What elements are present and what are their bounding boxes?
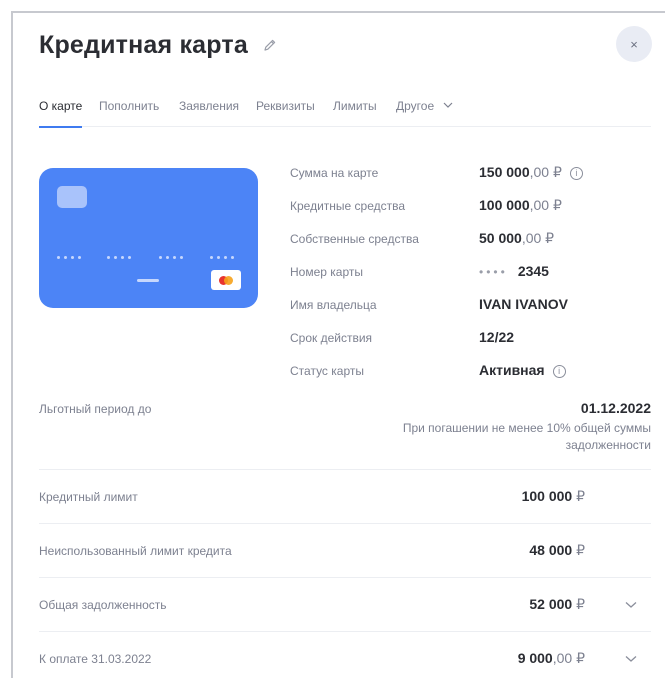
row-value: 52 000 ₽ bbox=[529, 596, 585, 613]
balance-frac: ,00 ₽ bbox=[529, 164, 562, 180]
pencil-icon[interactable] bbox=[263, 38, 277, 52]
row-label: Неиспользованный лимит кредита bbox=[39, 544, 232, 558]
balance-value: 150 000,00 ₽ i bbox=[479, 164, 583, 181]
balance-int: 150 000 bbox=[479, 164, 530, 180]
grace-period-date: 01.12.2022 bbox=[580, 400, 651, 416]
card-number-dots bbox=[57, 246, 85, 259]
page-title: Кредитная карта bbox=[39, 31, 248, 59]
row-value-currency: ₽ bbox=[572, 542, 585, 558]
close-button[interactable]: × bbox=[616, 26, 652, 62]
balance-label: Сумма на карте bbox=[290, 166, 379, 180]
tab-requisites[interactable]: Реквизиты bbox=[256, 99, 315, 127]
credit-limit-row: Кредитный лимит 100 000 ₽ bbox=[39, 469, 651, 523]
row-value-int: 52 000 bbox=[529, 596, 573, 612]
row-value-currency: ₽ bbox=[572, 596, 585, 612]
holder-label: Имя владельца bbox=[290, 298, 377, 312]
credit-funds-label: Кредитные средства bbox=[290, 199, 406, 213]
status-text: Активная bbox=[479, 362, 545, 378]
own-funds-value: 50 000,00 ₽ bbox=[479, 230, 554, 247]
row-label: К оплате 31.03.2022 bbox=[39, 652, 152, 666]
card-dash bbox=[137, 279, 159, 282]
row-value-currency: ₽ bbox=[572, 488, 585, 504]
tab-applications[interactable]: Заявления bbox=[179, 99, 239, 127]
card-number-mask: •••• bbox=[479, 265, 508, 279]
card-number-value: •••• 2345 bbox=[479, 263, 549, 279]
row-value: 48 000 ₽ bbox=[529, 542, 585, 559]
row-label: Общая задолженность bbox=[39, 598, 167, 612]
credit-funds-frac: ,00 ₽ bbox=[529, 197, 562, 213]
chevron-down-icon[interactable] bbox=[625, 655, 637, 663]
tab-top-up[interactable]: Пополнить bbox=[99, 99, 159, 127]
row-label: Кредитный лимит bbox=[39, 490, 138, 504]
card-number-dots bbox=[107, 246, 135, 259]
status-label: Статус карты bbox=[290, 364, 364, 378]
grace-period-label: Льготный период до bbox=[39, 402, 152, 416]
credit-card-panel: Кредитная карта × О карте Пополнить Заяв… bbox=[11, 11, 665, 678]
own-funds-int: 50 000 bbox=[479, 230, 522, 246]
payment-due-row[interactable]: К оплате 31.03.2022 9 000,00 ₽ bbox=[39, 631, 651, 678]
close-icon: × bbox=[630, 36, 638, 52]
chevron-down-icon[interactable] bbox=[625, 601, 637, 609]
row-value: 9 000,00 ₽ bbox=[518, 650, 585, 667]
row-value-int: 48 000 bbox=[529, 542, 573, 558]
card-number-dots bbox=[159, 246, 187, 259]
status-value: Активная i bbox=[479, 362, 566, 378]
tab-about-card[interactable]: О карте bbox=[39, 99, 83, 128]
unused-limit-row: Неиспользованный лимит кредита 48 000 ₽ bbox=[39, 523, 651, 577]
card-number-dots bbox=[210, 246, 238, 259]
expiry-value: 12/22 bbox=[479, 329, 515, 345]
total-debt-row[interactable]: Общая задолженность 52 000 ₽ bbox=[39, 577, 651, 631]
card-number-label: Номер карты bbox=[290, 265, 363, 279]
own-funds-label: Собственные средства bbox=[290, 232, 419, 246]
credit-funds-value: 100 000,00 ₽ bbox=[479, 197, 562, 214]
tab-other-label: Другое bbox=[396, 99, 435, 113]
tab-bar: О карте Пополнить Заявления Реквизиты Ли… bbox=[39, 97, 651, 128]
row-value-frac: ,00 ₽ bbox=[552, 650, 585, 666]
credit-funds-int: 100 000 bbox=[479, 197, 530, 213]
grace-period-note: При погашении не менее 10% общей суммы з… bbox=[402, 421, 651, 452]
own-funds-frac: ,00 ₽ bbox=[521, 230, 555, 246]
info-icon[interactable]: i bbox=[552, 365, 566, 378]
chevron-down-icon bbox=[444, 102, 453, 108]
row-value: 100 000 ₽ bbox=[522, 488, 585, 505]
card-chip bbox=[57, 186, 87, 208]
row-value-int: 100 000 bbox=[521, 488, 573, 504]
card-image bbox=[39, 168, 258, 308]
tab-limits[interactable]: Лимиты bbox=[333, 99, 377, 127]
holder-value: IVAN IVANOV bbox=[479, 296, 568, 312]
expiry-label: Срок действия bbox=[290, 331, 373, 345]
row-value-int: 9 000 bbox=[517, 650, 553, 666]
mastercard-logo-icon bbox=[211, 270, 241, 290]
card-number-last4: 2345 bbox=[517, 263, 549, 279]
tab-other[interactable]: Другое bbox=[396, 99, 453, 127]
info-icon[interactable]: i bbox=[569, 167, 583, 180]
